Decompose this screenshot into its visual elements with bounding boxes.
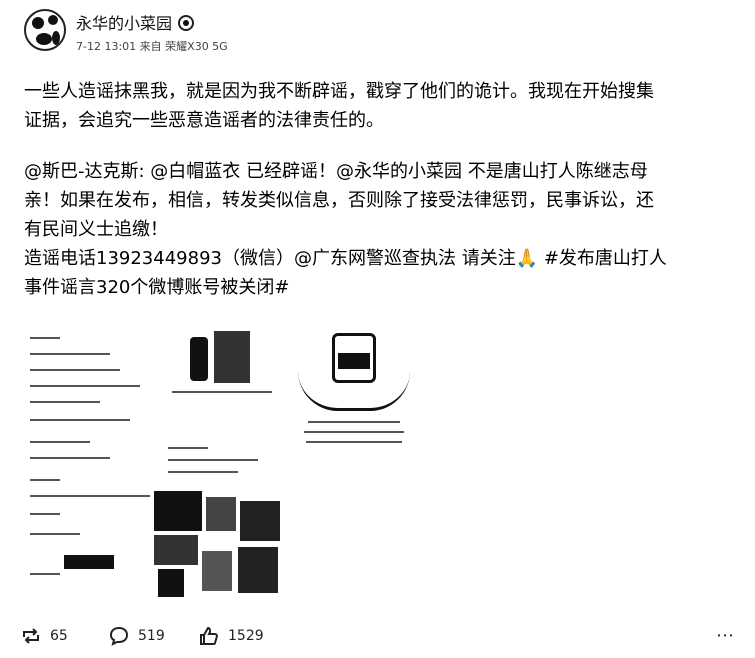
image-thumbnail[interactable]	[154, 491, 284, 601]
post-line: 有民间义士追缴！	[24, 219, 168, 240]
comment-button[interactable]: 519	[108, 625, 165, 647]
comment-count: 519	[138, 628, 165, 644]
post-line: 一些人造谣抹黑我，就是因为我不断辟谣，戳穿了他们的诡计。我现在开始搜集	[24, 81, 654, 102]
like-button[interactable]: 1529	[198, 625, 264, 647]
post-line: @斯巴-达克斯: @白帽蓝衣 已经辟谣！@永华的小菜园 不是唐山打人陈继志母	[24, 161, 648, 182]
action-bar: 65 519 1529 ⋯	[20, 625, 735, 649]
image-thumbnail[interactable]	[162, 323, 280, 401]
post-line: 亲！如果在发布，相信，转发类似信息，否则除了接受法律惩罚，民事诉讼，还	[24, 190, 654, 211]
user-badge-icon	[178, 15, 195, 31]
post-meta: 7-12 13:01 来自 荣耀X30 5G	[76, 40, 228, 53]
repost-count: 65	[50, 628, 68, 644]
post-line: 事件谣言320个微博账号被关闭#	[24, 277, 290, 298]
post-line: 造谣电话13923449893（微信）@广东网警巡查执法 请关注🙏 #发布唐山打…	[24, 248, 667, 269]
username-text[interactable]: 永华的小菜园	[76, 14, 172, 33]
like-count: 1529	[228, 628, 264, 644]
comment-icon	[109, 626, 129, 646]
repost-button[interactable]: 65	[20, 625, 68, 647]
image-thumbnail[interactable]	[24, 323, 154, 578]
thumbs-up-icon	[200, 626, 219, 645]
image-thumbnail[interactable]	[162, 441, 272, 489]
repost-icon	[23, 628, 39, 644]
image-thumbnail[interactable]	[294, 323, 414, 453]
username[interactable]: 永华的小菜园	[76, 10, 195, 34]
more-icon[interactable]: ⋯	[716, 625, 735, 646]
avatar[interactable]	[24, 9, 66, 51]
post-text: 一些人造谣抹黑我，就是因为我不断辟谣，戳穿了他们的诡计。我现在开始搜集 证据，会…	[24, 77, 724, 302]
post-line: 证据，会追究一些恶意造谣者的法律责任的。	[24, 110, 384, 131]
